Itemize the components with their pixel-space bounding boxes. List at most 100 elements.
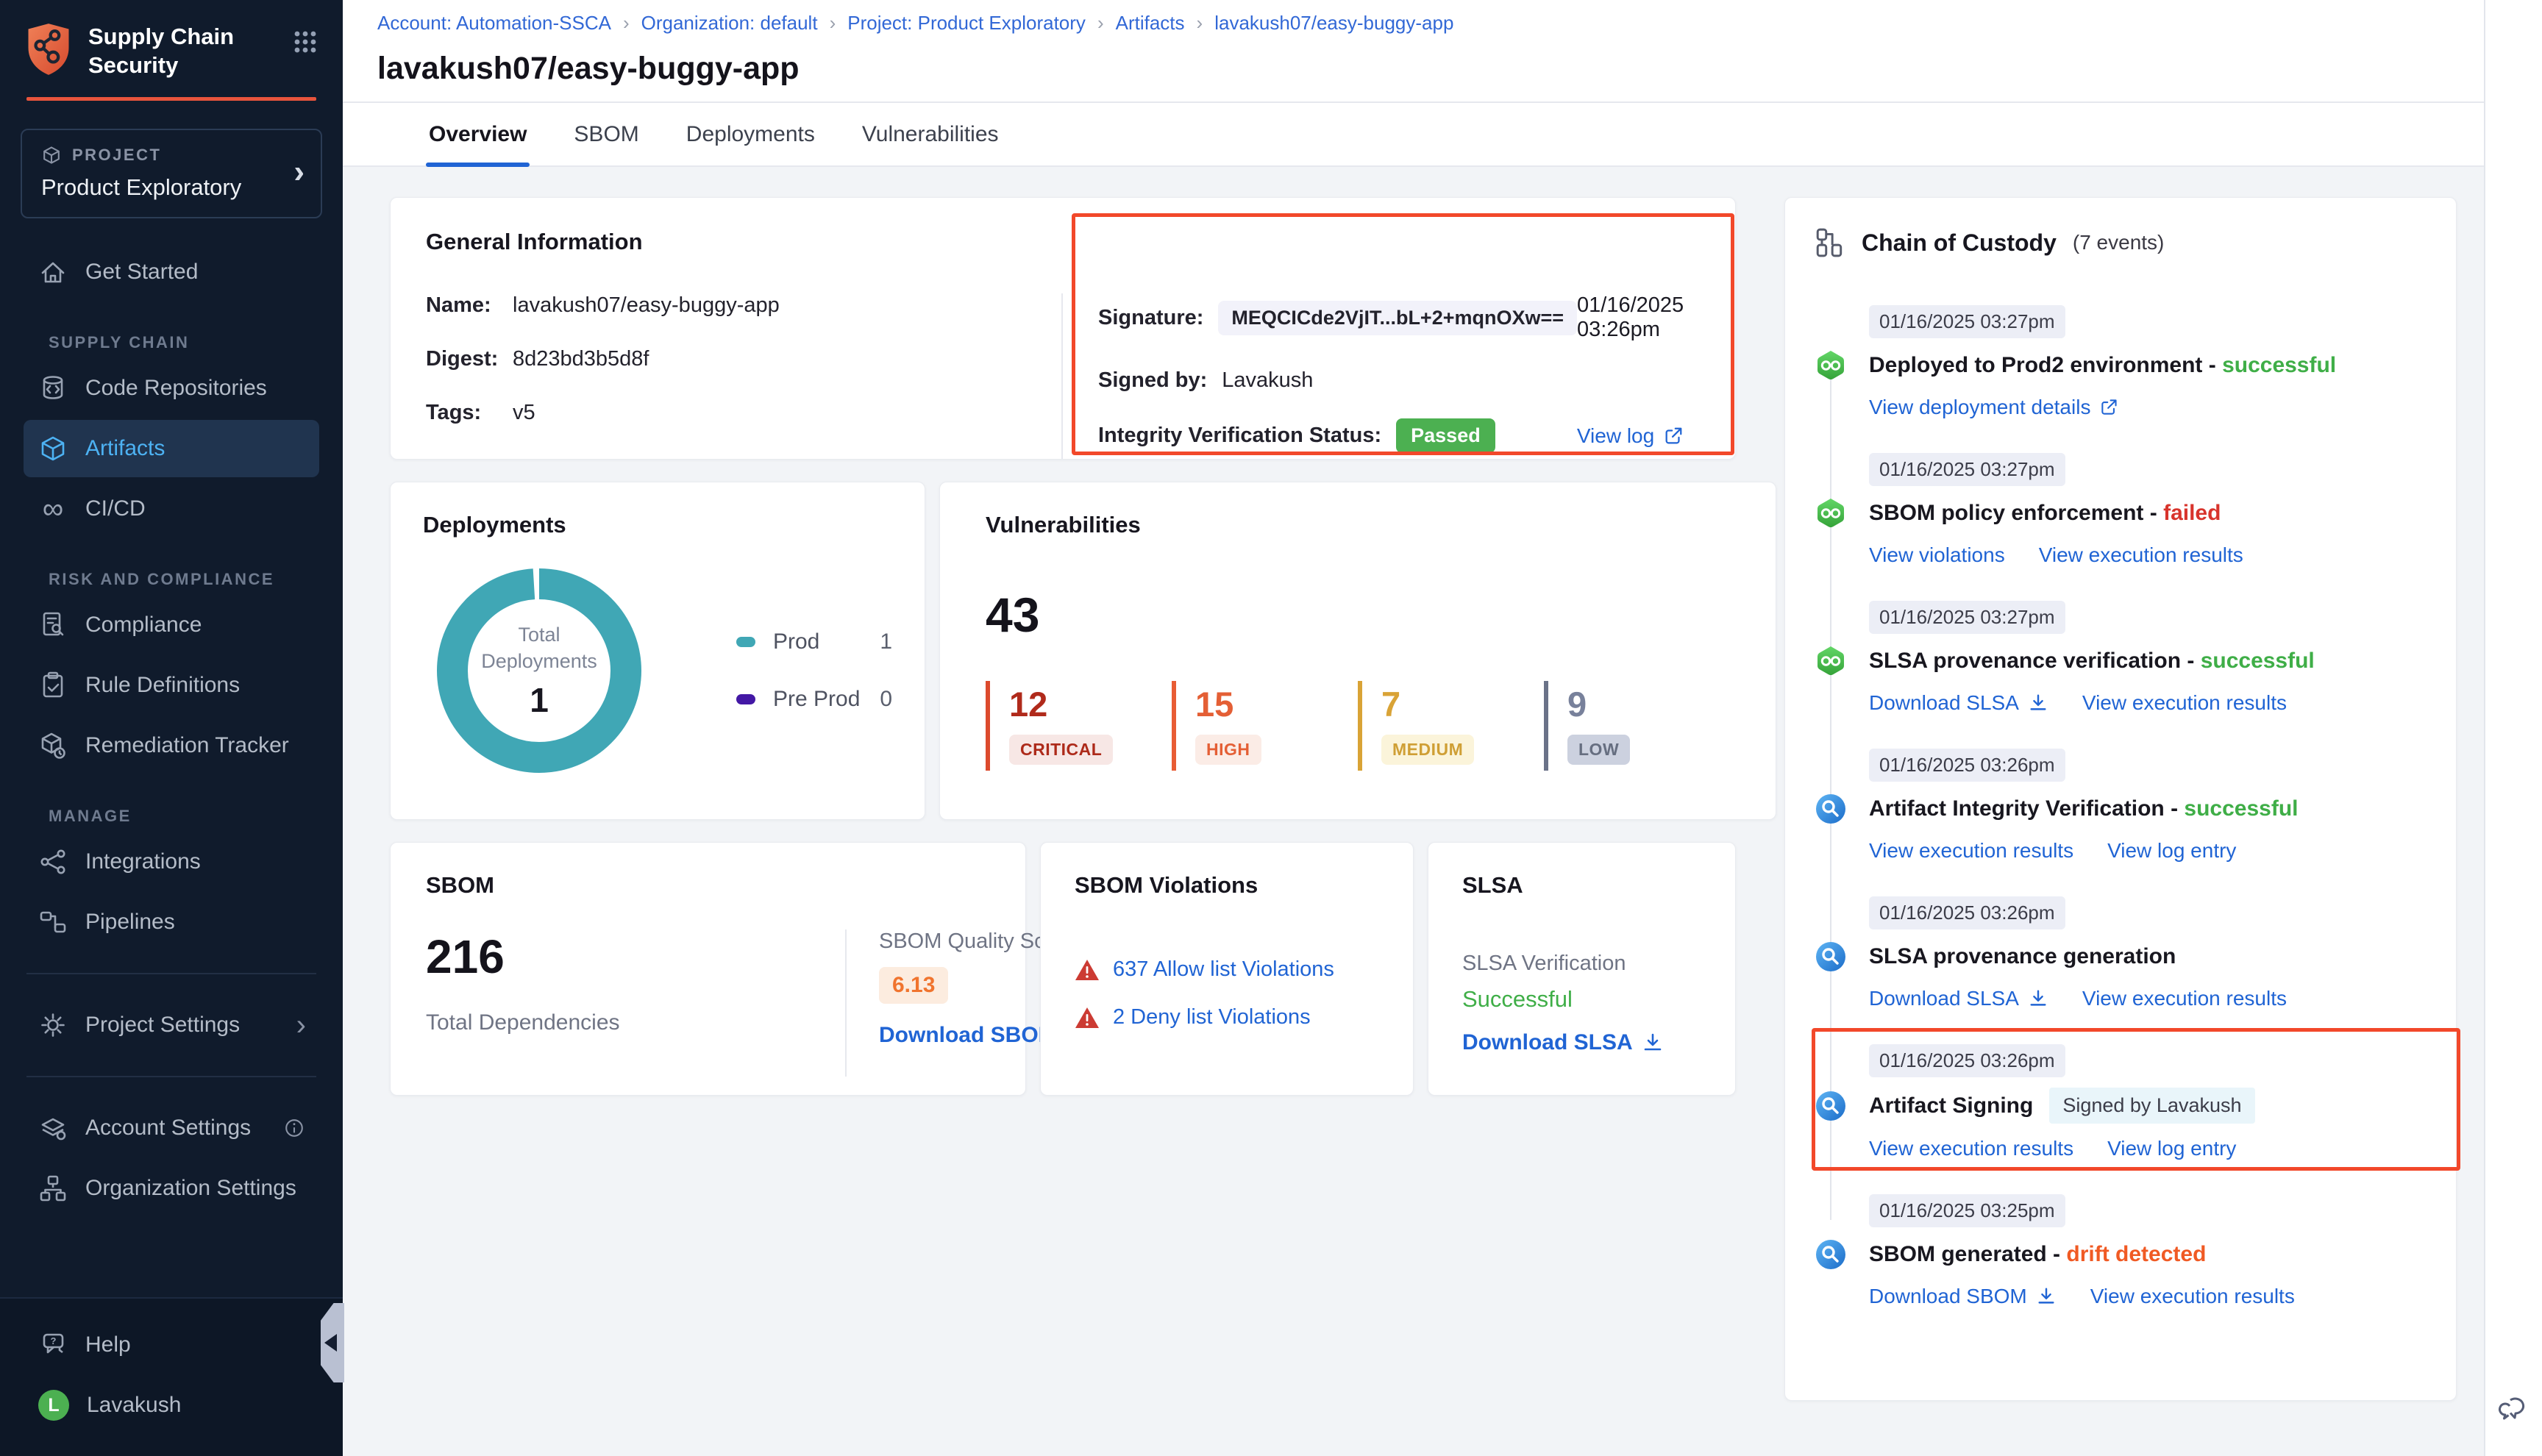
sbom-violations-card: SBOM Violations 637 Allow list Violation… xyxy=(1040,842,1414,1096)
vertical-divider xyxy=(845,929,847,1077)
cicd-infinity-icon: ∞ xyxy=(38,496,68,522)
support-chat-icon[interactable] xyxy=(2497,1390,2531,1424)
sidebar-item-help[interactable]: ? Help xyxy=(24,1316,319,1374)
remediation-tracker-icon xyxy=(38,731,68,760)
vulnerability-stat-low: 9LOW xyxy=(1544,681,1730,771)
breadcrumb-link-lavakush07-easy-buggy-app[interactable]: lavakush07/easy-buggy-app xyxy=(1214,12,1453,35)
breadcrumb-link-organization-default[interactable]: Organization: default xyxy=(641,12,818,35)
sidebar-nav: Get Started SUPPLY CHAIN Code Repositorie… xyxy=(0,240,343,1297)
scan-event-icon xyxy=(1815,793,1847,825)
sidebar-section-label-manage: MANAGE xyxy=(49,807,343,826)
cube-icon xyxy=(41,145,62,165)
sidebar: Supply Chain Security PROJECT Product Ex… xyxy=(0,0,343,1456)
sidebar-item-code-repositories[interactable]: Code Repositories xyxy=(24,360,319,417)
view-log-link[interactable]: View log xyxy=(1577,424,1684,448)
sbom-violations-list: 637 Allow list Violations 2 Deny list Vio… xyxy=(1075,957,1379,1029)
event-link-view-execution-results[interactable]: View execution results xyxy=(2082,691,2287,715)
tab-sbom[interactable]: SBOM xyxy=(571,103,641,165)
event-link-download-slsa[interactable]: Download SLSA xyxy=(1869,691,2048,715)
sidebar-item-remediation-tracker[interactable]: Remediation Tracker xyxy=(24,717,319,774)
card-title: SLSA xyxy=(1462,872,1701,899)
app-switcher-icon[interactable] xyxy=(293,29,318,54)
event-link-view-execution-results[interactable]: View execution results xyxy=(2090,1285,2295,1308)
event-link-view-execution-results[interactable]: View execution results xyxy=(2039,543,2243,567)
integrations-icon xyxy=(38,847,68,877)
signature-timestamp: 01/16/2025 03:26pm xyxy=(1577,293,1684,342)
tab-bar: Overview SBOM Deployments Vulnerabilities xyxy=(343,103,2484,167)
sidebar-user[interactable]: L Lavakush xyxy=(24,1377,319,1434)
page-title: lavakush07/easy-buggy-app xyxy=(377,51,2484,87)
chevron-right-icon: › xyxy=(296,1014,306,1036)
event-link-view-execution-results[interactable]: View execution results xyxy=(1869,839,2073,863)
event-link-view-execution-results[interactable]: View execution results xyxy=(2082,987,2287,1010)
slsa-verification-label: SLSA Verification xyxy=(1462,952,1701,976)
sidebar-item-organization-settings[interactable]: Organization Settings xyxy=(24,1160,319,1217)
custody-event-artifact-integrity-verification: 01/16/2025 03:26pmArtifact Integrity Ver… xyxy=(1815,749,2427,863)
breadcrumb: Account: Automation-SSCA › Organization: d… xyxy=(377,12,2484,35)
download-slsa-link[interactable]: Download SLSA xyxy=(1462,1030,1664,1055)
vulnerabilities-card: Vulnerabilities 43 12CRITICAL15HIGH7MEDI… xyxy=(939,482,1776,820)
deployments-donut-chart: Total Deployments 1 xyxy=(436,568,642,774)
event-link-view-violations[interactable]: View violations xyxy=(1869,543,2005,567)
event-link-view-log-entry[interactable]: View log entry xyxy=(2107,1137,2236,1160)
sbom-total-label: Total Dependencies xyxy=(426,1010,845,1035)
sidebar-item-ci-cd[interactable]: ∞CI/CD xyxy=(24,480,319,538)
scan-event-icon xyxy=(1815,1090,1847,1122)
tab-vulnerabilities[interactable]: Vulnerabilities xyxy=(859,103,1002,165)
tab-overview[interactable]: Overview xyxy=(426,103,530,165)
sidebar-item-project-settings[interactable]: Project Settings › xyxy=(24,996,319,1054)
event-link-download-slsa[interactable]: Download SLSA xyxy=(1869,987,2048,1010)
project-selector-value: Product Exploratory xyxy=(41,174,277,201)
severity-badge: HIGH xyxy=(1195,735,1261,765)
external-link-icon xyxy=(2099,398,2118,417)
violation-link[interactable]: 637 Allow list Violations xyxy=(1113,957,1334,982)
app-root: Supply Chain Security PROJECT Product Ex… xyxy=(0,0,2542,1456)
event-title: SBOM generated - drift detected xyxy=(1869,1242,2206,1267)
chevron-left-icon xyxy=(324,1334,337,1352)
breadcrumb-link-project-product-exploratory[interactable]: Project: Product Exploratory xyxy=(847,12,1086,35)
custody-event-slsa-provenance-generation: 01/16/2025 03:26pmSLSA provenance genera… xyxy=(1815,896,2427,1010)
signature-row: Signature: MEQCICde2VjIT...bL+2+mqnOXw==… xyxy=(1098,293,1684,342)
vulnerabilities-breakdown: 12CRITICAL15HIGH7MEDIUM9LOW xyxy=(986,681,1730,771)
card-title: Vulnerabilities xyxy=(986,512,1730,538)
scan-event-icon xyxy=(1815,1238,1847,1271)
sidebar-item-integrations[interactable]: Integrations xyxy=(24,833,319,891)
signed-by-row: Signed by: Lavakush xyxy=(1098,364,1684,396)
sidebar-item-account-settings[interactable]: Account Settings xyxy=(24,1099,319,1157)
breadcrumb-link-artifacts[interactable]: Artifacts xyxy=(1116,12,1185,35)
violation-link[interactable]: 2 Deny list Violations xyxy=(1113,1005,1311,1029)
chain-of-custody-card: Chain of Custody (7 events) 01/16/2025 0… xyxy=(1784,197,2457,1401)
scan-event-icon xyxy=(1815,941,1847,973)
project-selector-label: PROJECT xyxy=(41,145,277,165)
info-icon xyxy=(282,1116,306,1140)
event-link-view-execution-results[interactable]: View execution results xyxy=(1869,1137,2073,1160)
signature-value-chip[interactable]: MEQCICde2VjIT...bL+2+mqnOXw== xyxy=(1218,301,1577,335)
severity-badge: LOW xyxy=(1567,735,1630,765)
warning-triangle-icon xyxy=(1075,1006,1100,1029)
custody-event-artifact-signing: 01/16/2025 03:26pmArtifact SigningSigned… xyxy=(1815,1044,2427,1160)
sidebar-item-compliance[interactable]: Compliance xyxy=(24,596,319,654)
breadcrumb-separator: › xyxy=(830,12,836,35)
sidebar-item-artifacts[interactable]: Artifacts xyxy=(24,420,319,477)
general-info-field-name: Name:lavakush07/easy-buggy-app xyxy=(426,293,1061,318)
event-timestamp: 01/16/2025 03:27pm xyxy=(1869,453,2065,486)
sidebar-item-pipelines[interactable]: Pipelines xyxy=(24,893,319,951)
event-link-view-deployment-details[interactable]: View deployment details xyxy=(1869,396,2118,419)
brand-accent-rule xyxy=(26,97,316,101)
breadcrumb-link-account-automation-ssca[interactable]: Account: Automation-SSCA xyxy=(377,12,611,35)
tab-deployments[interactable]: Deployments xyxy=(683,103,818,165)
signature-section: Signature: MEQCICde2VjIT...bL+2+mqnOXw==… xyxy=(1098,293,1710,459)
project-selector[interactable]: PROJECT Product Exploratory › xyxy=(21,129,322,218)
download-icon xyxy=(2028,693,2048,713)
sidebar-item-get-started[interactable]: Get Started xyxy=(24,243,319,301)
donut-center-label: Total Deployments xyxy=(469,621,609,674)
event-link-download-sbom[interactable]: Download SBOM xyxy=(1869,1285,2057,1308)
sbom-quality-score-badge: 6.13 xyxy=(879,967,948,1004)
sidebar-section-label-supply-chain: SUPPLY CHAIN xyxy=(49,333,343,352)
download-icon xyxy=(1642,1032,1664,1054)
event-timestamp: 01/16/2025 03:27pm xyxy=(1869,601,2065,634)
event-title: Artifact Signing xyxy=(1869,1093,2033,1118)
event-link-view-log-entry[interactable]: View log entry xyxy=(2107,839,2236,863)
sidebar-item-rule-definitions[interactable]: Rule Definitions xyxy=(24,657,319,714)
event-timestamp: 01/16/2025 03:25pm xyxy=(1869,1194,2065,1227)
